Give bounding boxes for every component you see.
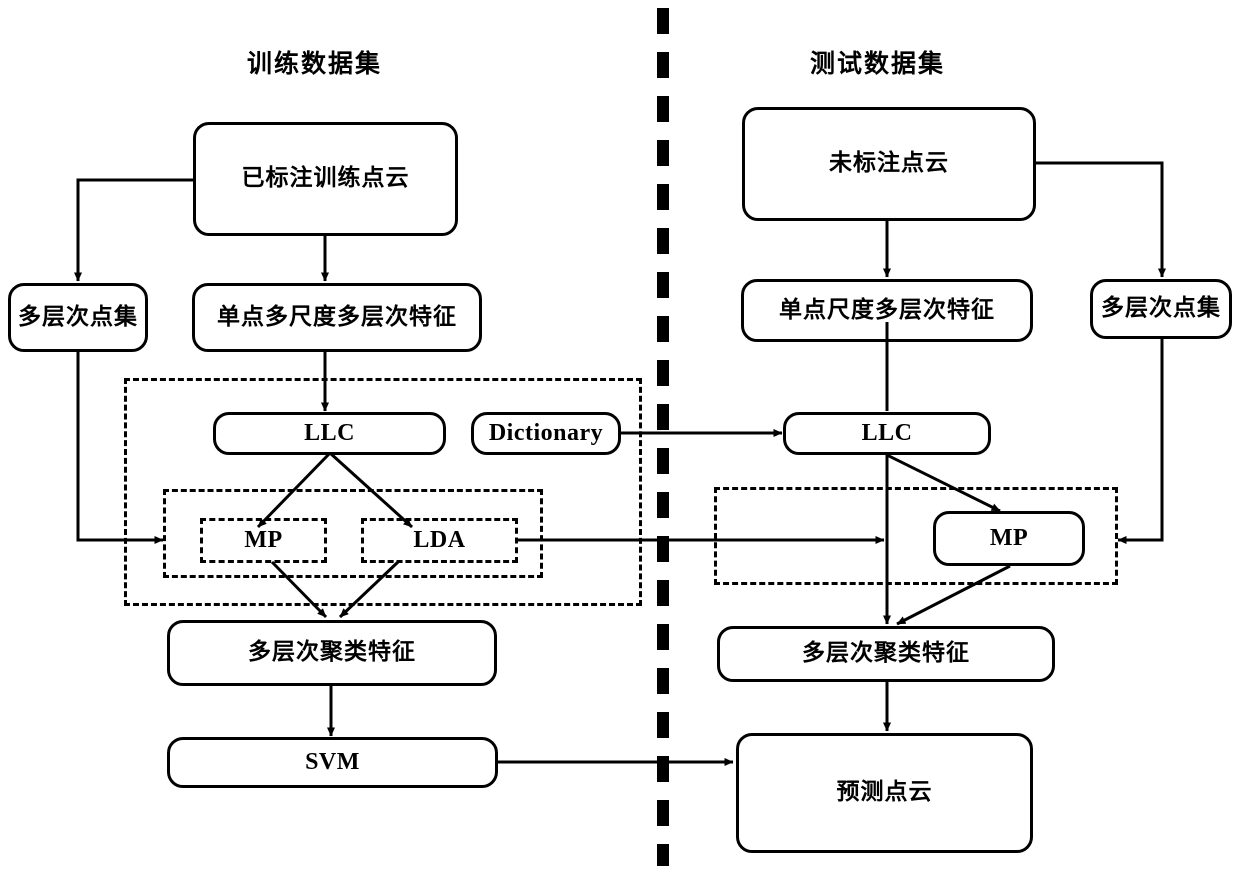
node-right-multilevel-point-set-label: 多层次点集 — [1101, 295, 1221, 322]
node-single-point-multiscale-feature-label: 单点多尺度多层次特征 — [217, 303, 457, 330]
node-left-multilevel-cluster-feature-label: 多层次聚类特征 — [248, 639, 416, 666]
node-single-point-scale-feature[interactable]: 单点尺度多层次特征 — [741, 279, 1033, 342]
edge-unlabeled-to-pointset — [1036, 161, 1166, 278]
node-right-multilevel-point-set[interactable]: 多层次点集 — [1090, 279, 1232, 339]
node-right-mp-label: MP — [989, 525, 1029, 551]
node-left-lda-label: LDA — [413, 527, 466, 553]
node-dictionary-label: Dictionary — [488, 420, 604, 446]
section-title-testing: 测试数据集 — [810, 49, 946, 78]
node-left-multilevel-point-set[interactable]: 多层次点集 — [8, 283, 148, 352]
node-left-lda[interactable]: LDA — [361, 518, 518, 563]
edge-labeled-to-pointset — [74, 178, 193, 282]
node-single-point-multiscale-feature[interactable]: 单点多尺度多层次特征 — [192, 283, 482, 352]
node-labeled-point-cloud-label: 已标注训练点云 — [241, 165, 410, 192]
node-dictionary[interactable]: Dictionary — [471, 412, 621, 455]
node-right-multilevel-cluster-feature-label: 多层次聚类特征 — [802, 640, 970, 667]
node-unlabeled-point-cloud-label: 未标注点云 — [829, 150, 949, 177]
node-predicted-point-cloud-label: 预测点云 — [836, 779, 933, 806]
diagram-canvas: 训练数据集 测试数据集 已标注训练点云 多层次点集 单点多尺度多层次特征 LLC… — [0, 0, 1240, 872]
node-right-multilevel-cluster-feature[interactable]: 多层次聚类特征 — [717, 626, 1055, 682]
node-left-llc-label: LLC — [304, 420, 355, 446]
node-unlabeled-point-cloud[interactable]: 未标注点云 — [742, 107, 1036, 221]
node-left-llc[interactable]: LLC — [213, 412, 446, 455]
node-svm[interactable]: SVM — [167, 737, 498, 788]
node-svm-label: SVM — [305, 749, 360, 775]
section-title-training: 训练数据集 — [247, 49, 383, 78]
node-left-mp-label: MP — [244, 527, 283, 553]
node-left-multilevel-cluster-feature[interactable]: 多层次聚类特征 — [167, 620, 497, 686]
node-predicted-point-cloud[interactable]: 预测点云 — [736, 733, 1033, 853]
edge-right-pointset-to-mpbox — [1117, 339, 1164, 544]
node-left-mp[interactable]: MP — [200, 518, 327, 563]
node-single-point-scale-feature-label: 单点尺度多层次特征 — [779, 296, 995, 323]
node-right-mp[interactable]: MP — [933, 511, 1085, 566]
node-left-multilevel-point-set-label: 多层次点集 — [18, 303, 138, 330]
node-right-llc-label: LLC — [861, 420, 913, 446]
node-labeled-point-cloud[interactable]: 已标注训练点云 — [193, 122, 458, 236]
node-right-llc[interactable]: LLC — [783, 412, 991, 455]
